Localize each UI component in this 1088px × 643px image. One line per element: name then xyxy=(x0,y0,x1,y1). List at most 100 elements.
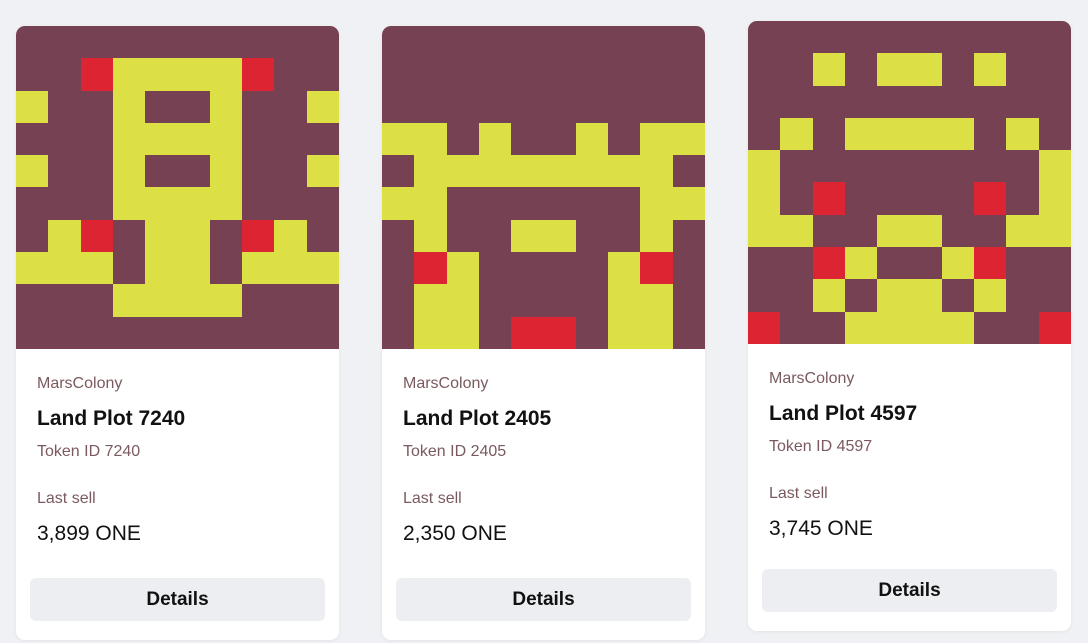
pixel-tile xyxy=(209,252,243,285)
pixel-tile xyxy=(844,182,878,215)
pixel-tile xyxy=(812,247,845,280)
pixel-tile xyxy=(242,316,275,349)
land-plot-pixel-art[interactable] xyxy=(16,26,339,349)
pixel-tile xyxy=(112,122,146,156)
pixel-tile xyxy=(382,219,415,253)
nft-card[interactable]: MarsColony Land Plot 2405 Token ID 2405 … xyxy=(382,26,705,640)
pixel-tile xyxy=(242,284,275,317)
pixel-tile xyxy=(48,219,81,253)
pixel-tile xyxy=(511,26,544,59)
pixel-tile xyxy=(844,279,878,312)
card-title: Land Plot 7240 xyxy=(37,407,186,430)
last-sell-price: 3,745 ONE xyxy=(769,517,873,540)
pixel-tile xyxy=(748,150,781,183)
pixel-tile xyxy=(306,58,339,91)
pixel-tile xyxy=(306,187,339,220)
pixel-tile xyxy=(274,26,307,59)
pixel-tile xyxy=(478,187,512,220)
pixel-tile xyxy=(112,155,146,188)
pixel-tile xyxy=(16,26,49,59)
pixel-tile xyxy=(209,90,243,123)
pixel-tile xyxy=(274,284,307,317)
pixel-tile xyxy=(48,187,81,220)
pixel-tile xyxy=(80,284,113,317)
pixel-tile xyxy=(608,219,641,253)
pixel-tile xyxy=(414,316,447,349)
pixel-tile xyxy=(543,284,576,317)
pixel-tile xyxy=(780,53,813,86)
pixel-tile xyxy=(1038,117,1071,151)
pixel-tile xyxy=(672,90,705,123)
pixel-tile xyxy=(274,219,307,253)
pixel-tile xyxy=(608,187,641,220)
pixel-tile xyxy=(209,122,243,156)
pixel-tile xyxy=(543,316,576,349)
pixel-tile xyxy=(608,284,641,317)
pixel-tile xyxy=(974,53,1007,86)
pixel-tile xyxy=(1006,53,1039,86)
pixel-tile xyxy=(242,155,275,188)
pixel-tile xyxy=(80,26,113,59)
pixel-tile xyxy=(382,155,415,188)
pixel-tile xyxy=(812,117,845,151)
nft-card[interactable]: MarsColony Land Plot 4597 Token ID 4597 … xyxy=(748,21,1071,631)
pixel-tile xyxy=(511,58,544,91)
pixel-tile xyxy=(145,219,178,253)
pixel-tile xyxy=(478,26,512,59)
pixel-tile xyxy=(177,155,210,188)
pixel-tile xyxy=(112,26,146,59)
pixel-tile xyxy=(478,58,512,91)
pixel-tile xyxy=(1038,182,1071,215)
pixel-tile xyxy=(446,122,479,156)
pixel-tile xyxy=(640,58,673,91)
pixel-tile xyxy=(608,252,641,285)
pixel-tile xyxy=(974,311,1007,344)
pixel-tile xyxy=(543,90,576,123)
pixel-tile xyxy=(274,187,307,220)
pixel-tile xyxy=(242,26,275,59)
pixel-tile xyxy=(306,122,339,156)
last-sell-price: 3,899 ONE xyxy=(37,522,141,545)
card-title: Land Plot 2405 xyxy=(403,407,552,430)
pixel-tile xyxy=(414,187,447,220)
pixel-tile xyxy=(478,122,512,156)
pixel-tile xyxy=(877,247,910,280)
pixel-tile xyxy=(306,90,339,123)
pixel-tile xyxy=(274,58,307,91)
pixel-tile xyxy=(608,90,641,123)
details-button[interactable]: Details xyxy=(762,569,1057,612)
pixel-tile xyxy=(209,284,243,317)
pixel-tile xyxy=(274,90,307,123)
pixel-tile xyxy=(209,219,243,253)
pixel-tile xyxy=(608,26,641,59)
pixel-tile xyxy=(672,122,705,156)
land-plot-pixel-art[interactable] xyxy=(748,21,1071,344)
pixel-tile xyxy=(306,219,339,253)
pixel-tile xyxy=(1038,150,1071,183)
pixel-tile xyxy=(1006,21,1039,54)
pixel-tile xyxy=(306,26,339,59)
pixel-tile xyxy=(844,117,878,151)
pixel-tile xyxy=(575,284,609,317)
land-plot-pixel-art[interactable] xyxy=(382,26,705,349)
nft-card[interactable]: MarsColony Land Plot 7240 Token ID 7240 … xyxy=(16,26,339,640)
pixel-tile xyxy=(446,26,479,59)
pixel-tile xyxy=(812,21,845,54)
pixel-tile xyxy=(16,122,49,156)
pixel-tile xyxy=(48,155,81,188)
pixel-tile xyxy=(478,155,512,188)
pixel-tile xyxy=(877,214,910,248)
pixel-tile xyxy=(748,247,781,280)
pixel-tile xyxy=(478,90,512,123)
pixel-tile xyxy=(672,26,705,59)
details-button[interactable]: Details xyxy=(30,578,325,621)
pixel-tile xyxy=(382,252,415,285)
pixel-tile xyxy=(974,85,1007,118)
pixel-tile xyxy=(478,284,512,317)
pixel-tile xyxy=(177,284,210,317)
details-button[interactable]: Details xyxy=(396,578,691,621)
pixel-tile xyxy=(640,252,673,285)
pixel-tile xyxy=(608,122,641,156)
last-sell-label: Last sell xyxy=(403,490,462,507)
pixel-tile xyxy=(414,219,447,253)
